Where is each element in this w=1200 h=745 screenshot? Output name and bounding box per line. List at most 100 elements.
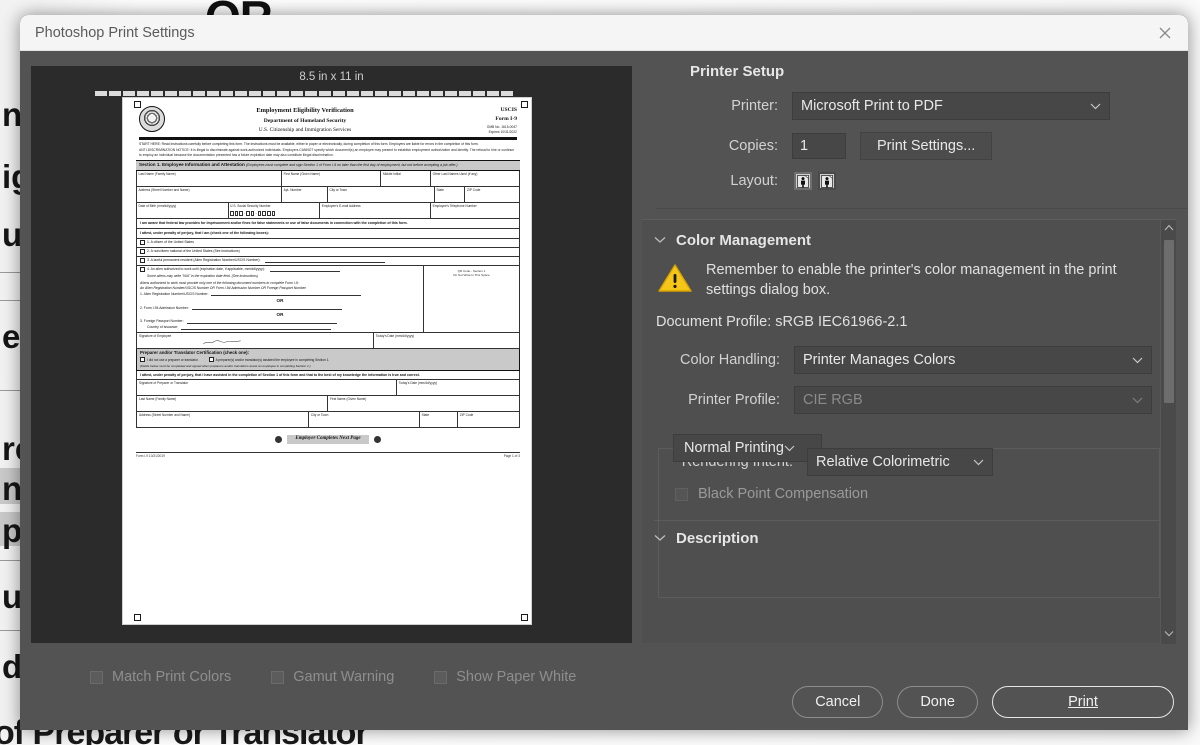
close-icon[interactable] (1142, 15, 1188, 51)
color-management-header[interactable]: Color Management (642, 220, 1176, 249)
print-mode-group: Normal Printing Rendering Intent: Relati… (658, 448, 1160, 598)
printer-setup-title: Printer Setup (690, 63, 1188, 80)
preparer-attest: I attest, under penalty of perjury, that… (136, 371, 520, 381)
form-title-3: U.S. Citizenship and Immigration Service… (165, 127, 445, 134)
citizenship-label-4: 4. An alien authorized to work until (ex… (147, 267, 265, 272)
printer-select[interactable]: Microsoft Print to PDF (792, 92, 1110, 120)
copies-input[interactable]: 1 (792, 133, 846, 159)
printer-profile-label: Printer Profile: (656, 392, 780, 408)
printer-setup-section: Printer Setup Printer: Microsoft Print t… (656, 63, 1188, 209)
show-paper-white-checkbox[interactable]: Show Paper White (434, 669, 576, 685)
alien-number-2-line (192, 306, 342, 310)
form-header: Employment Eligibility Verification Depa… (136, 104, 520, 134)
checkbox-citizen-icon[interactable] (140, 240, 145, 245)
rendering-intent-select[interactable]: Relative Colorimetric (807, 448, 993, 476)
color-management-warning: Remember to enable the printer's color m… (642, 249, 1176, 300)
signature-scribble-icon (199, 338, 245, 346)
color-handling-select[interactable]: Printer Manages Colors (794, 346, 1152, 374)
checkbox-used-preparer-icon[interactable] (209, 357, 214, 362)
done-button-label: Done (920, 694, 955, 710)
cancel-button[interactable]: Cancel (792, 686, 883, 718)
color-management-title: Color Management (676, 232, 811, 249)
checkbox-icon[interactable] (271, 671, 284, 684)
resize-handle-bottom-right[interactable] (521, 614, 528, 621)
checkbox-no-preparer-icon[interactable] (140, 357, 145, 362)
alien-number-3-line (187, 320, 337, 324)
checkbox-icon[interactable] (434, 671, 447, 684)
form-footer: Form I-9 10/21/2019 Page 1 of 3 (136, 452, 520, 459)
color-handling-label: Color Handling: (656, 352, 780, 368)
layout-label-text: Layout: (730, 173, 778, 189)
printer-profile-select: CIE RGB (794, 386, 1152, 414)
form-row-address: Address (Street Number and Name) Apt. Nu… (137, 187, 519, 203)
field-ssn: U.S. Social Security Number -- (229, 203, 321, 218)
photoshop-print-settings-dialog: Photoshop Print Settings 8.5 in x 11 in … (20, 15, 1188, 730)
printer-profile-row: Printer Profile: CIE RGB (656, 386, 1176, 414)
print-settings-button[interactable]: Print Settings... (860, 132, 992, 160)
field-middle-initial: Middle Initial (381, 171, 431, 186)
print-preview-pane[interactable]: 8.5 in x 11 in Employment Eligibility Ve… (31, 66, 632, 643)
paper-size-label: 8.5 in x 11 in (31, 71, 632, 83)
color-handling-row: Color Handling: Printer Manages Colors (656, 346, 1176, 374)
preparer-options: I did not use a preparer or translator. … (140, 357, 516, 362)
ssn-boxes: -- (230, 210, 318, 215)
alien-number-1: 1. Alien Registration Number/USCIS Numbe… (140, 292, 420, 297)
landscape-layout-icon[interactable] (818, 172, 836, 190)
alien-instructions-2: An Alien Registration Number/USCIS Numbe… (140, 286, 420, 291)
description-header[interactable]: Description (654, 530, 759, 547)
done-button[interactable]: Done (897, 686, 978, 718)
scrollbar-thumb[interactable] (1164, 240, 1174, 403)
resize-handle-bottom-left[interactable] (134, 614, 141, 621)
color-management-scrollbar[interactable] (1160, 220, 1176, 644)
form-row-names: Last Name (Family Name) First Name (Give… (137, 171, 519, 187)
form-row-dob: Date of Birth (mm/dd/yyyy) U.S. Social S… (137, 203, 519, 218)
form-antidiscrimination: ANTI-DISCRIMINATION NOTICE: It is illega… (136, 146, 520, 157)
group-border-left (659, 448, 673, 449)
dialog-footer: Cancel Done Print (792, 686, 1174, 718)
field-preparer-state: State (420, 412, 458, 427)
preview-paper[interactable]: Employment Eligibility Verification Depa… (122, 97, 532, 625)
gamut-warning-checkbox[interactable]: Gamut Warning (271, 669, 394, 685)
printer-select-value: Microsoft Print to PDF (801, 98, 943, 114)
citizenship-label-3: 3. A lawful permanent resident (Alien Re… (147, 258, 260, 263)
field-email: Employee's E-mail Address (320, 203, 431, 218)
scroll-up-icon[interactable] (1164, 224, 1174, 234)
arrow-dot-right-icon (374, 436, 381, 443)
checkbox-permanent-resident-icon[interactable] (140, 258, 145, 263)
preparer-address-row: Address (Street Number and Name) City or… (136, 412, 520, 428)
preview-ruler (95, 91, 513, 96)
scroll-down-icon[interactable] (1164, 630, 1174, 640)
layout-label: Layout: (656, 173, 778, 189)
print-settings-button-label: Print Settings... (877, 138, 975, 154)
cancel-button-label: Cancel (815, 694, 860, 710)
permanent-resident-number-line (265, 259, 385, 263)
citizenship-label-2: 2. A noncitizen national of the United S… (147, 249, 240, 254)
country-of-issuance-line (181, 326, 331, 330)
checkbox-noncitizen-national-icon[interactable] (140, 249, 145, 254)
print-button[interactable]: Print (992, 686, 1174, 718)
color-handling-label-text: Color Handling: (680, 352, 780, 368)
alien-number-3: 3. Foreign Passport Number: (140, 319, 420, 324)
form-start-here: START HERE: Read instructions carefully … (136, 140, 520, 147)
form-header-center: Employment Eligibility Verification Depa… (165, 105, 445, 134)
chevron-down-icon[interactable] (654, 533, 666, 545)
i9-form-document: Employment Eligibility Verification Depa… (136, 104, 520, 619)
form-page-number: Page 1 of 3 (504, 454, 520, 458)
checkbox-alien-authorized-icon[interactable] (140, 267, 145, 272)
field-ssn-label: U.S. Social Security Number (230, 204, 270, 208)
resize-handle-top-right[interactable] (521, 101, 528, 108)
field-address: Address (Street Number and Name) (137, 187, 282, 202)
print-mode-select[interactable]: Normal Printing (673, 434, 822, 462)
preparer-option-1: I did not use a preparer or translator. (147, 358, 199, 362)
portrait-layout-icon[interactable] (794, 172, 812, 190)
alien-expiration-line (270, 268, 340, 272)
match-print-colors-checkbox[interactable]: Match Print Colors (90, 669, 231, 685)
chevron-down-icon[interactable] (654, 235, 666, 247)
field-preparer-first-name: First Name (Given Name) (328, 396, 519, 411)
background-fragment-3: e (2, 318, 20, 356)
description-title: Description (676, 530, 759, 547)
form-agency: USCIS (445, 107, 517, 115)
form-section1-title: Section 1. Employee Information and Atte… (139, 162, 245, 167)
resize-handle-top-left[interactable] (134, 101, 141, 108)
checkbox-icon[interactable] (90, 671, 103, 684)
